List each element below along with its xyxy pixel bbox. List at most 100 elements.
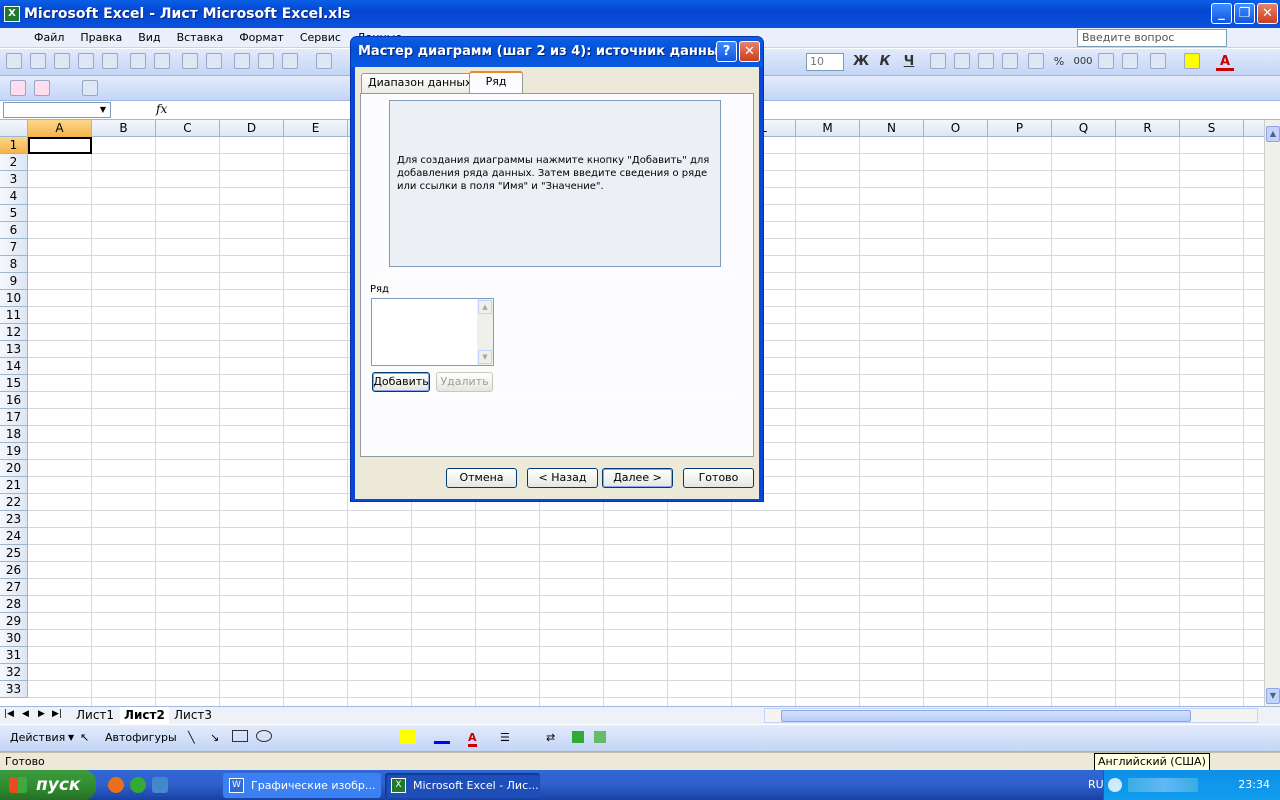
- row-header[interactable]: 2: [0, 154, 28, 171]
- last-sheet-icon[interactable]: ▶|: [52, 709, 62, 719]
- tray-icons[interactable]: [1128, 778, 1198, 792]
- help-button[interactable]: ?: [716, 41, 737, 62]
- row-header[interactable]: 6: [0, 222, 28, 239]
- series-list-scrollbar[interactable]: ▲ ▼: [477, 299, 493, 365]
- currency-icon[interactable]: [1028, 53, 1044, 69]
- row-header[interactable]: 31: [0, 647, 28, 664]
- pdf-convert-icon[interactable]: [10, 80, 26, 96]
- permission-icon[interactable]: [78, 53, 94, 69]
- close-button[interactable]: ✕: [1257, 3, 1278, 24]
- row-header[interactable]: 16: [0, 392, 28, 409]
- next-button[interactable]: Далее >: [602, 468, 673, 488]
- row-header[interactable]: 28: [0, 596, 28, 613]
- row-header[interactable]: 11: [0, 307, 28, 324]
- row-header[interactable]: 26: [0, 562, 28, 579]
- next-sheet-icon[interactable]: ▶: [38, 709, 45, 719]
- fill-color-icon[interactable]: [1184, 53, 1200, 69]
- bold-button[interactable]: Ж: [852, 53, 870, 71]
- back-button[interactable]: < Назад: [527, 468, 598, 488]
- add-series-button[interactable]: Добавить: [372, 372, 430, 392]
- menu-edit[interactable]: Правка: [72, 28, 130, 48]
- spelling-icon[interactable]: [182, 53, 198, 69]
- prev-sheet-icon[interactable]: ◀: [22, 709, 29, 719]
- row-header[interactable]: 12: [0, 324, 28, 341]
- decrease-decimal-icon[interactable]: [1122, 53, 1138, 69]
- menu-insert[interactable]: Вставка: [169, 28, 232, 48]
- row-header[interactable]: 8: [0, 256, 28, 273]
- pdf-mail-icon[interactable]: [34, 80, 50, 96]
- row-header[interactable]: 10: [0, 290, 28, 307]
- 3d-icon[interactable]: [594, 731, 606, 743]
- scroll-down-icon[interactable]: ▼: [1266, 688, 1280, 704]
- remove-series-button[interactable]: Удалить: [436, 372, 493, 392]
- desktop-icon[interactable]: [152, 777, 168, 793]
- cut-icon[interactable]: [234, 53, 250, 69]
- arrow-style-icon[interactable]: ⇄: [546, 731, 555, 744]
- row-header[interactable]: 22: [0, 494, 28, 511]
- scroll-up-icon[interactable]: ▲: [1266, 126, 1280, 142]
- language-indicator[interactable]: RU: [1088, 778, 1104, 791]
- column-header[interactable]: P: [988, 120, 1052, 137]
- font-color-icon[interactable]: A: [1216, 53, 1234, 71]
- column-header[interactable]: S: [1180, 120, 1244, 137]
- autoshapes-menu[interactable]: Автофигуры: [105, 731, 177, 744]
- mail-icon[interactable]: [102, 53, 118, 69]
- task-word[interactable]: W Графические изобр...: [223, 773, 381, 798]
- merge-center-icon[interactable]: [1002, 53, 1018, 69]
- scroll-down-icon[interactable]: ▼: [478, 350, 492, 364]
- row-header[interactable]: 19: [0, 443, 28, 460]
- align-center-icon[interactable]: [954, 53, 970, 69]
- line-icon[interactable]: ╲: [188, 731, 195, 744]
- fill-color-icon[interactable]: [400, 730, 416, 744]
- excel-icon[interactable]: X: [4, 6, 20, 22]
- align-left-icon[interactable]: [930, 53, 946, 69]
- row-header[interactable]: 3: [0, 171, 28, 188]
- row-header[interactable]: 4: [0, 188, 28, 205]
- media-player-icon[interactable]: [130, 777, 146, 793]
- tab-data-range[interactable]: Диапазон данных: [361, 73, 479, 93]
- column-header[interactable]: M: [796, 120, 860, 137]
- italic-button[interactable]: К: [876, 53, 894, 71]
- thousands-button[interactable]: 000: [1072, 53, 1094, 71]
- row-header[interactable]: 33: [0, 681, 28, 698]
- minimize-button[interactable]: _: [1211, 3, 1232, 24]
- menu-format[interactable]: Формат: [231, 28, 292, 48]
- shadow-icon[interactable]: [572, 731, 584, 743]
- name-box[interactable]: ▼: [3, 102, 111, 118]
- row-header[interactable]: 7: [0, 239, 28, 256]
- horizontal-scrollbar[interactable]: [764, 708, 1258, 723]
- column-header[interactable]: B: [92, 120, 156, 137]
- font-size-select[interactable]: 10: [806, 53, 844, 71]
- fx-icon[interactable]: fx: [156, 102, 167, 116]
- line-style-icon[interactable]: ☰: [500, 731, 510, 744]
- sheet-tab-3[interactable]: Лист3: [170, 707, 216, 724]
- percent-button[interactable]: %: [1050, 53, 1068, 71]
- row-header[interactable]: 1: [0, 137, 28, 154]
- line-color-icon[interactable]: [434, 730, 450, 744]
- column-header[interactable]: R: [1116, 120, 1180, 137]
- pdf-review-icon[interactable]: [82, 80, 98, 96]
- arrow-icon[interactable]: ↘: [210, 731, 219, 744]
- first-sheet-icon[interactable]: |◀: [4, 709, 14, 719]
- row-header[interactable]: 27: [0, 579, 28, 596]
- series-list[interactable]: ▲ ▼: [371, 298, 494, 366]
- open-icon[interactable]: [30, 53, 46, 69]
- research-icon[interactable]: [206, 53, 222, 69]
- align-right-icon[interactable]: [978, 53, 994, 69]
- finish-button[interactable]: Готово: [683, 468, 754, 488]
- chevron-down-icon[interactable]: ▼: [96, 103, 110, 117]
- save-icon[interactable]: [54, 53, 70, 69]
- menu-tools[interactable]: Сервис: [292, 28, 349, 48]
- select-all-corner[interactable]: [0, 120, 28, 137]
- scroll-thumb[interactable]: [781, 710, 1191, 722]
- format-painter-icon[interactable]: [316, 53, 332, 69]
- column-header[interactable]: C: [156, 120, 220, 137]
- paste-icon[interactable]: [282, 53, 298, 69]
- start-button[interactable]: пуск: [0, 770, 96, 800]
- row-header[interactable]: 17: [0, 409, 28, 426]
- print-icon[interactable]: [130, 53, 146, 69]
- new-icon[interactable]: [6, 53, 22, 69]
- ask-question-input[interactable]: Введите вопрос: [1077, 29, 1227, 47]
- sheet-tab-1[interactable]: Лист1: [72, 707, 118, 724]
- actions-menu[interactable]: Действия: [10, 731, 65, 744]
